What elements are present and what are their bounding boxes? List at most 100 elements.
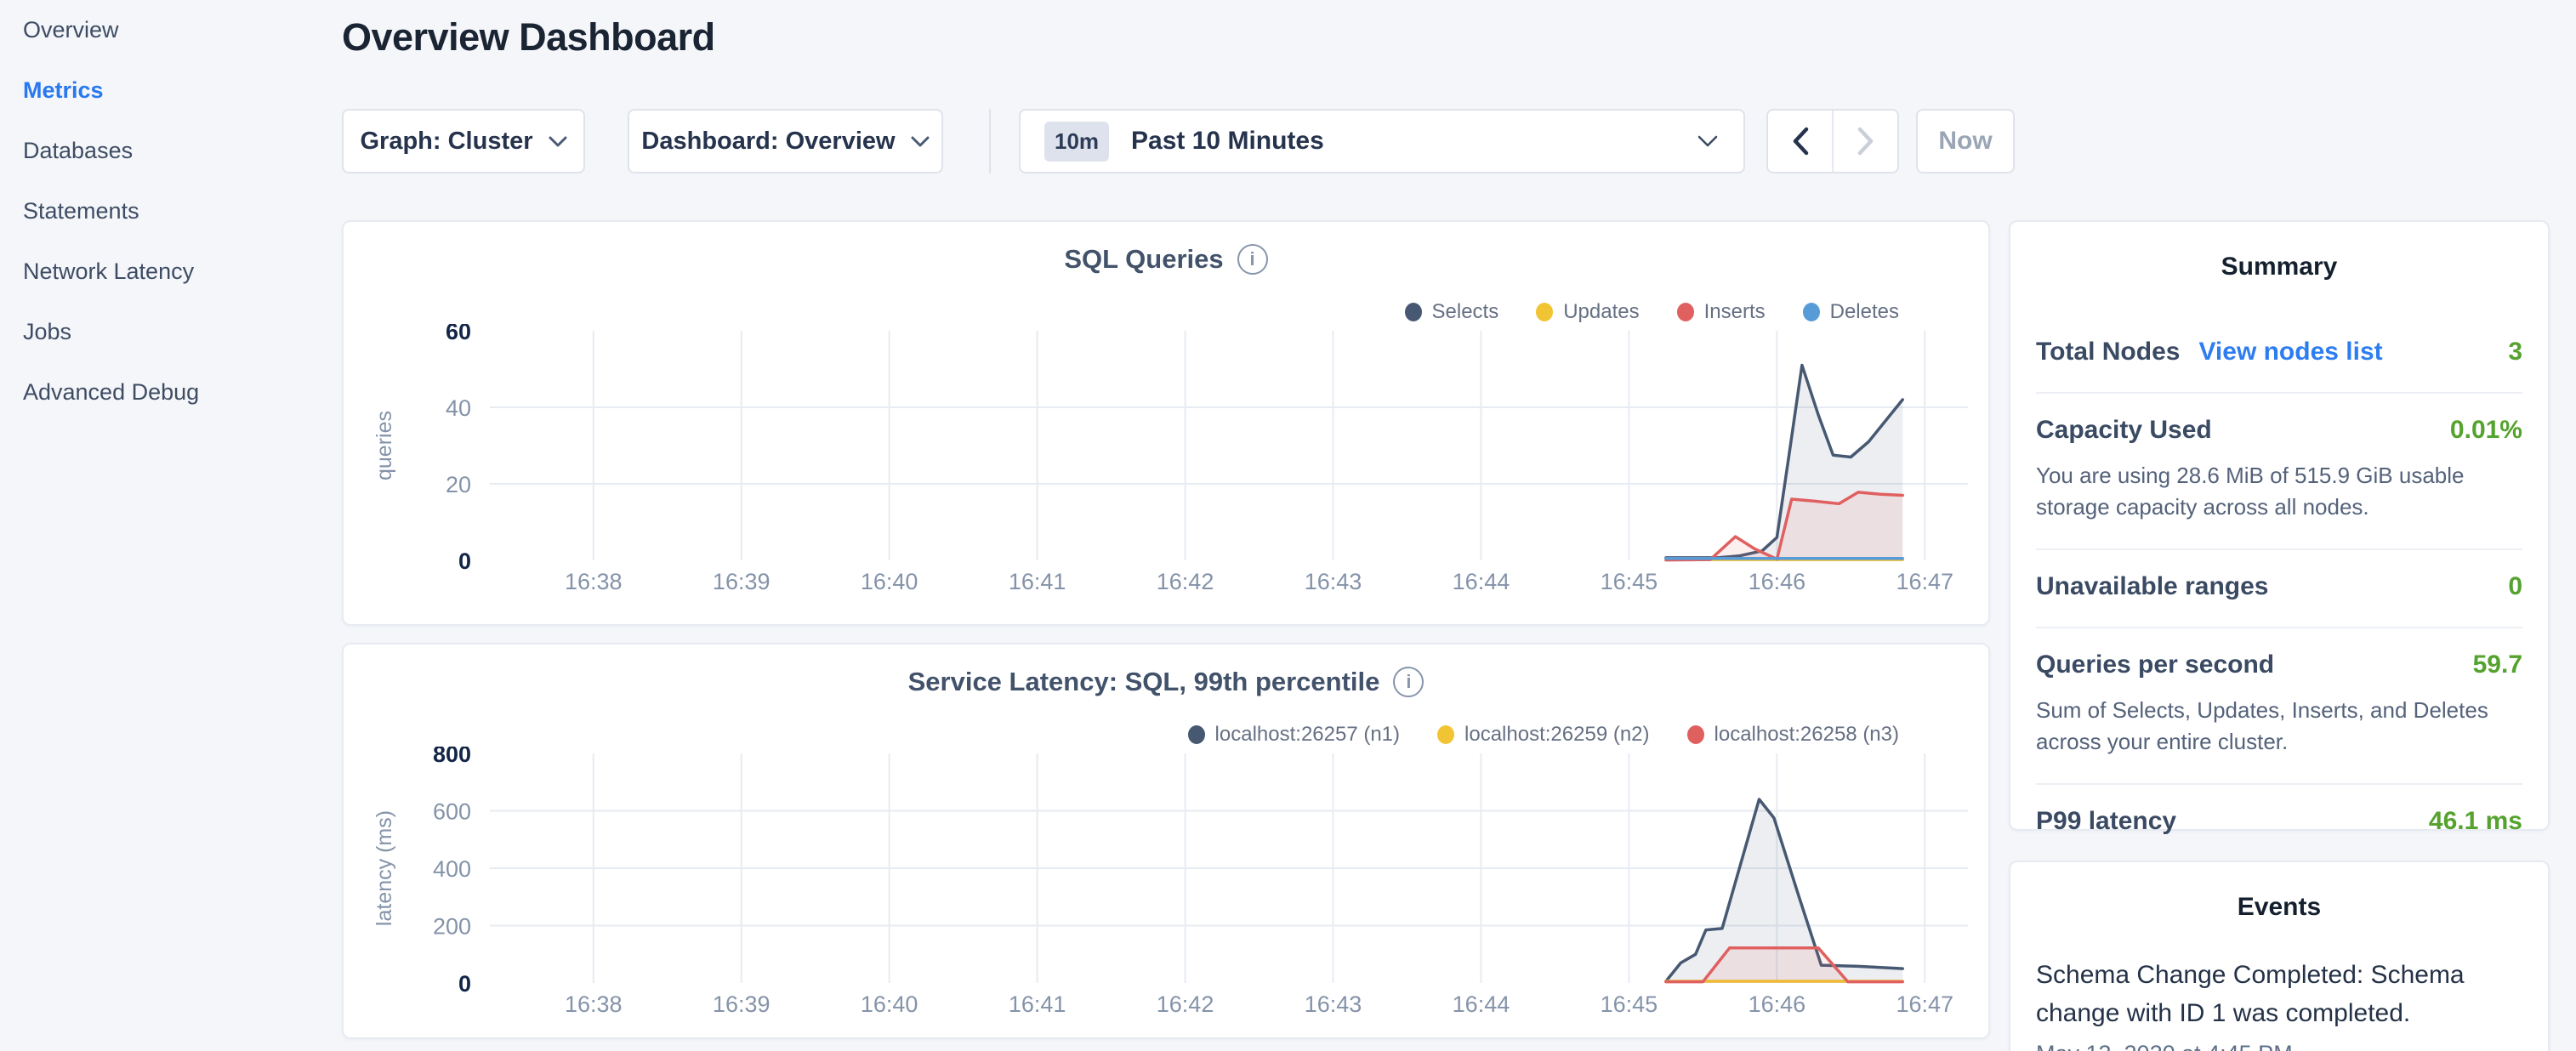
legend-dot-icon	[1677, 303, 1694, 321]
sidebar: Overview Metrics Databases Statements Ne…	[23, 17, 312, 440]
legend-dot-icon	[1536, 303, 1553, 321]
legend-dot-icon	[1803, 303, 1820, 321]
graph-dropdown[interactable]: Graph: Cluster	[342, 109, 585, 173]
x-tick-label: 16:46	[1749, 991, 1806, 1017]
sidebar-item-databases[interactable]: Databases	[23, 138, 312, 165]
time-range-badge: 10m	[1044, 122, 1109, 162]
legend-item: Deletes	[1803, 300, 1899, 324]
service-latency-title: Service Latency: SQL, 99th percentile	[908, 667, 1380, 697]
queries-per-second-value: 59.7	[2473, 650, 2522, 679]
sidebar-item-jobs[interactable]: Jobs	[23, 319, 312, 346]
summary-panel: Summary Total Nodes View nodes list 3 Ca…	[2009, 220, 2550, 831]
event-item[interactable]: Schema Change Completed: Schema change w…	[2010, 956, 2548, 1051]
capacity-used-value: 0.01%	[2450, 416, 2522, 445]
summary-total-nodes: Total Nodes View nodes list 3	[2036, 315, 2522, 392]
x-tick-label: 16:44	[1453, 991, 1510, 1017]
y-tick-label: 800	[433, 747, 471, 767]
sidebar-item-statements[interactable]: Statements	[23, 198, 312, 225]
x-tick-label: 16:40	[861, 991, 918, 1017]
x-tick-label: 16:45	[1601, 569, 1658, 594]
chevron-down-icon	[911, 136, 930, 147]
y-tick-label: 0	[458, 548, 471, 574]
x-tick-label: 16:38	[565, 569, 623, 594]
event-timestamp: May 13, 2020 at 4:45 PM	[2036, 1041, 2522, 1051]
sql-queries-title: SQL Queries	[1064, 244, 1223, 275]
events-panel: Events Schema Change Completed: Schema c…	[2009, 861, 2550, 1051]
legend-item: Inserts	[1677, 300, 1766, 324]
legend-label: localhost:26259 (n2)	[1464, 723, 1649, 747]
y-tick-label: 400	[433, 856, 471, 882]
legend-item: localhost:26258 (n3)	[1687, 723, 1899, 747]
info-icon[interactable]: i	[1237, 244, 1268, 275]
sidebar-item-advanced-debug[interactable]: Advanced Debug	[23, 379, 312, 406]
x-tick-label: 16:39	[713, 569, 771, 594]
legend-label: localhost:26258 (n3)	[1714, 723, 1899, 747]
x-tick-label: 16:43	[1305, 569, 1362, 594]
chevron-down-icon	[1697, 135, 1718, 147]
summary-unavailable-ranges: Unavailable ranges 0	[2036, 548, 2522, 627]
toolbar: Graph: Cluster Dashboard: Overview 10m P…	[342, 109, 2015, 173]
summary-title: Summary	[2010, 253, 2548, 281]
toolbar-divider	[989, 109, 991, 173]
service-latency-chart[interactable]: 020040060080016:3816:3916:4016:4116:4216…	[344, 747, 1988, 1036]
legend-item: Updates	[1536, 300, 1639, 324]
total-nodes-value: 3	[2508, 338, 2522, 366]
queries-per-second-description: Sum of Selects, Updates, Inserts, and De…	[2036, 695, 2522, 758]
legend-label: Inserts	[1704, 300, 1766, 324]
legend-label: Deletes	[1830, 300, 1899, 324]
chevron-right-icon	[1857, 127, 1874, 156]
legend-dot-icon	[1687, 725, 1704, 744]
x-tick-label: 16:41	[1009, 991, 1066, 1017]
legend-label: localhost:26257 (n1)	[1215, 723, 1400, 747]
now-button[interactable]: Now	[1916, 109, 2015, 173]
sidebar-item-overview[interactable]: Overview	[23, 17, 312, 44]
legend-label: Selects	[1432, 300, 1499, 324]
x-tick-label: 16:47	[1896, 569, 1954, 594]
capacity-used-description: You are using 28.6 MiB of 515.9 GiB usab…	[2036, 460, 2522, 523]
events-title: Events	[2010, 893, 2548, 922]
y-axis-label: queries	[372, 411, 396, 480]
x-tick-label: 16:47	[1896, 991, 1954, 1017]
x-tick-label: 16:43	[1305, 991, 1362, 1017]
graph-dropdown-label: Graph: Cluster	[360, 128, 532, 156]
x-tick-label: 16:46	[1749, 569, 1806, 594]
event-message: Schema Change Completed: Schema change w…	[2036, 956, 2522, 1032]
dashboard-dropdown[interactable]: Dashboard: Overview	[628, 109, 943, 173]
sidebar-item-network-latency[interactable]: Network Latency	[23, 258, 312, 286]
legend-item: localhost:26259 (n2)	[1437, 723, 1649, 747]
sql-queries-chart[interactable]: 020406016:3816:3916:4016:4116:4216:4316:…	[344, 324, 1988, 613]
y-tick-label: 40	[446, 395, 471, 421]
y-tick-label: 20	[446, 472, 471, 497]
y-tick-label: 200	[433, 914, 471, 940]
metrics-page: Overview Metrics Databases Statements Ne…	[0, 0, 2576, 1051]
view-nodes-list-link[interactable]: View nodes list	[2198, 338, 2382, 366]
page-title: Overview Dashboard	[342, 15, 715, 60]
y-tick-label: 60	[446, 324, 471, 344]
legend-dot-icon	[1437, 725, 1454, 744]
dashboard-dropdown-label: Dashboard: Overview	[641, 128, 895, 156]
info-icon[interactable]: i	[1393, 667, 1424, 697]
capacity-used-label: Capacity Used	[2036, 416, 2212, 445]
service-latency-card: Service Latency: SQL, 99th percentile i …	[342, 643, 1990, 1039]
legend-label: Updates	[1563, 300, 1639, 324]
sql-queries-legend: Selects Updates Inserts Deletes	[1405, 300, 1900, 324]
summary-queries-per-second: Queries per second 59.7 Sum of Selects, …	[2036, 627, 2522, 783]
y-tick-label: 600	[433, 799, 471, 825]
time-range-label: Past 10 Minutes	[1131, 127, 1324, 156]
p99-latency-label: P99 latency	[2036, 807, 2176, 836]
sql-queries-card: SQL Queries i Selects Updates Inserts Delet…	[342, 220, 1990, 626]
y-axis-label: latency (ms)	[372, 810, 396, 926]
step-forward-button[interactable]	[1834, 111, 1897, 172]
x-tick-label: 16:41	[1009, 569, 1066, 594]
x-tick-label: 16:38	[565, 991, 623, 1017]
step-back-button[interactable]	[1768, 111, 1834, 172]
sidebar-item-metrics[interactable]: Metrics	[23, 77, 312, 105]
time-range-dropdown[interactable]: 10m Past 10 Minutes	[1019, 109, 1745, 173]
summary-p99-latency: P99 latency 46.1 ms	[2036, 783, 2522, 861]
summary-capacity-used: Capacity Used 0.01% You are using 28.6 M…	[2036, 392, 2522, 548]
chevron-left-icon	[1792, 127, 1809, 156]
x-tick-label: 16:42	[1157, 569, 1214, 594]
total-nodes-label: Total Nodes	[2036, 338, 2180, 366]
x-tick-label: 16:42	[1157, 991, 1214, 1017]
legend-item: localhost:26257 (n1)	[1188, 723, 1400, 747]
